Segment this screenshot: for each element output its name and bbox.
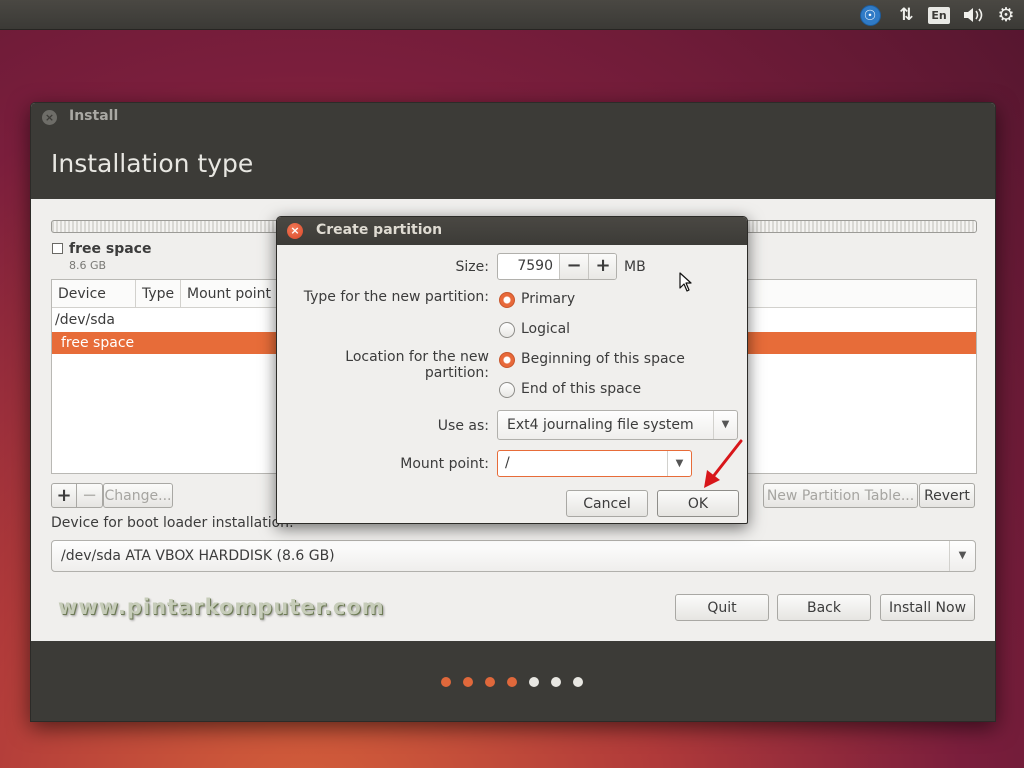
beginning-radio[interactable] [499,352,515,368]
end-radio[interactable] [499,382,515,398]
use-as-select[interactable]: Ext4 journaling file system ▼ [497,410,738,440]
change-partition-button[interactable]: Change... [103,483,173,508]
window-title: Install [69,108,119,124]
keyboard-language-indicator[interactable]: En [928,4,950,26]
decrease-size-button[interactable]: − [559,254,588,279]
mount-point-input[interactable]: / [505,455,510,471]
step-dot [463,677,473,687]
window-footer [31,641,995,721]
increase-size-button[interactable]: + [588,254,616,279]
window-header: × Install Installation type [31,103,995,199]
language-label: En [928,6,950,24]
step-dot [485,677,495,687]
size-input[interactable]: 7590 [498,254,560,279]
free-space-legend-name: free space [69,241,152,257]
beginning-radio-label[interactable]: Beginning of this space [521,351,685,367]
mount-point-combobox[interactable]: / ▼ [497,450,692,477]
progress-step-dots [441,677,583,687]
size-label: Size: [455,259,489,275]
boot-loader-value: /dev/sda ATA VBOX HARDDISK (8.6 GB) [61,548,335,564]
add-partition-button[interactable]: + [51,483,77,508]
back-button[interactable]: Back [777,594,871,621]
primary-radio[interactable] [499,292,515,308]
boot-loader-select[interactable]: /dev/sda ATA VBOX HARDDISK (8.6 GB) ▼ [51,540,976,572]
accessibility-icon[interactable]: ☉ [858,4,882,26]
dialog-titlebar: × Create partition [277,217,747,245]
mount-point-label: Mount point: [400,456,489,472]
size-unit: MB [624,259,646,275]
step-dot [507,677,517,687]
use-as-value: Ext4 journaling file system [507,417,694,433]
step-dot [573,677,583,687]
partition-location-label: Location for the new partition: [345,349,489,381]
chevron-down-icon[interactable]: ▼ [667,451,691,476]
revert-button[interactable]: Revert [919,483,975,508]
new-partition-table-button[interactable]: New Partition Table... [763,483,918,508]
column-header-device[interactable]: Device [52,280,136,308]
cancel-button[interactable]: Cancel [566,490,648,517]
close-icon[interactable]: × [42,110,57,125]
dialog-close-icon[interactable]: × [287,223,303,239]
column-header-type[interactable]: Type [136,280,181,308]
red-arrow-annotation-icon [704,439,743,488]
free-space-legend-size: 8.6 GB [69,259,107,272]
step-dot [529,677,539,687]
remove-partition-button[interactable]: − [77,483,103,508]
page-title: Installation type [51,149,254,178]
primary-radio-label[interactable]: Primary [521,291,575,307]
network-icon[interactable]: ⇅ [892,4,918,26]
step-dot [441,677,451,687]
volume-icon[interactable] [960,4,986,26]
logical-radio-label[interactable]: Logical [521,321,570,337]
mouse-cursor-icon [679,272,692,292]
free-space-legend-swatch [52,243,63,254]
install-now-button[interactable]: Install Now [880,594,975,621]
partition-type-label: Type for the new partition: [303,289,489,305]
column-header-mount-point[interactable]: Mount point [181,280,277,308]
create-partition-dialog: × Create partition Size: 7590 − + MB Typ… [276,216,748,524]
step-dot [551,677,561,687]
chevron-down-icon[interactable]: ▼ [949,541,975,571]
boot-loader-label: Device for boot loader installation: [51,515,294,531]
size-spinbox[interactable]: 7590 − + [497,253,617,280]
chevron-down-icon[interactable]: ▼ [713,411,737,439]
ok-button[interactable]: OK [657,490,739,517]
settings-gear-icon[interactable]: ⚙ [994,4,1018,26]
quit-button[interactable]: Quit [675,594,769,621]
dialog-title: Create partition [316,222,443,238]
logical-radio[interactable] [499,322,515,338]
watermark: www.pintarkomputer.com [58,595,385,619]
top-panel: ☉ ⇅ En ⚙ [0,0,1024,30]
end-radio-label[interactable]: End of this space [521,381,641,397]
use-as-label: Use as: [437,418,489,434]
